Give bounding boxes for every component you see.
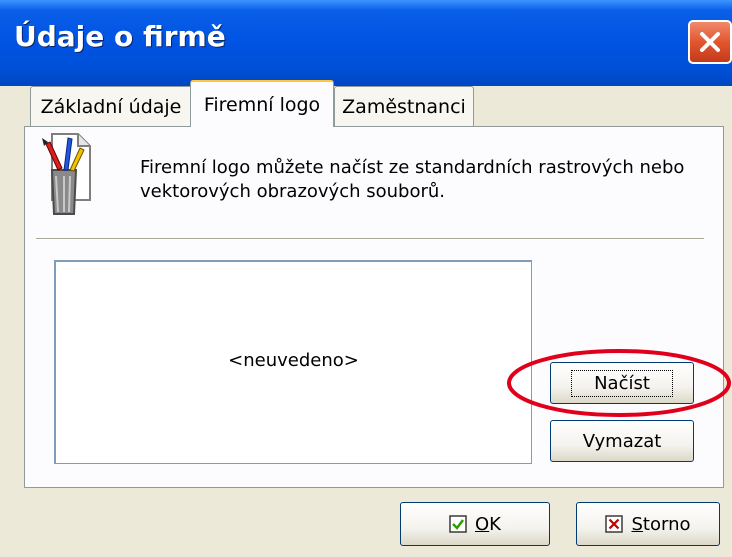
load-button[interactable]: Načíst (550, 362, 694, 404)
close-icon (700, 32, 720, 52)
cancel-button[interactable]: Storno (576, 502, 720, 546)
clear-button[interactable]: Vymazat (550, 420, 694, 462)
tab-zakladni-udaje[interactable]: Základní údaje (30, 86, 192, 126)
cancel-label: Storno (631, 513, 691, 535)
logo-preview: <neuvedeno> (54, 260, 532, 464)
tab-label: Základní údaje (40, 95, 182, 118)
close-button[interactable] (688, 20, 732, 64)
load-button-label: Načíst (571, 369, 673, 397)
divider (36, 238, 704, 240)
tab-label: Firemní logo (203, 93, 321, 116)
clear-button-label: Vymazat (582, 430, 662, 452)
tab-label: Zaměstnanci (342, 95, 466, 118)
window-title: Údaje o firmě (14, 20, 226, 53)
tab-firemni-logo[interactable]: Firemní logo (190, 80, 334, 127)
ok-label: OK (475, 513, 501, 535)
title-bar[interactable]: Údaje o firmě (0, 0, 732, 86)
x-box-icon (605, 515, 624, 533)
ok-button[interactable]: OK (400, 502, 550, 546)
tab-zamestnanci[interactable]: Zaměstnanci (334, 86, 474, 126)
check-icon (449, 515, 467, 533)
paint-tools-icon (42, 133, 91, 215)
info-text: Firemní logo můžete načíst ze standardní… (140, 157, 685, 202)
logo-placeholder-text: <neuvedeno> (228, 350, 359, 371)
